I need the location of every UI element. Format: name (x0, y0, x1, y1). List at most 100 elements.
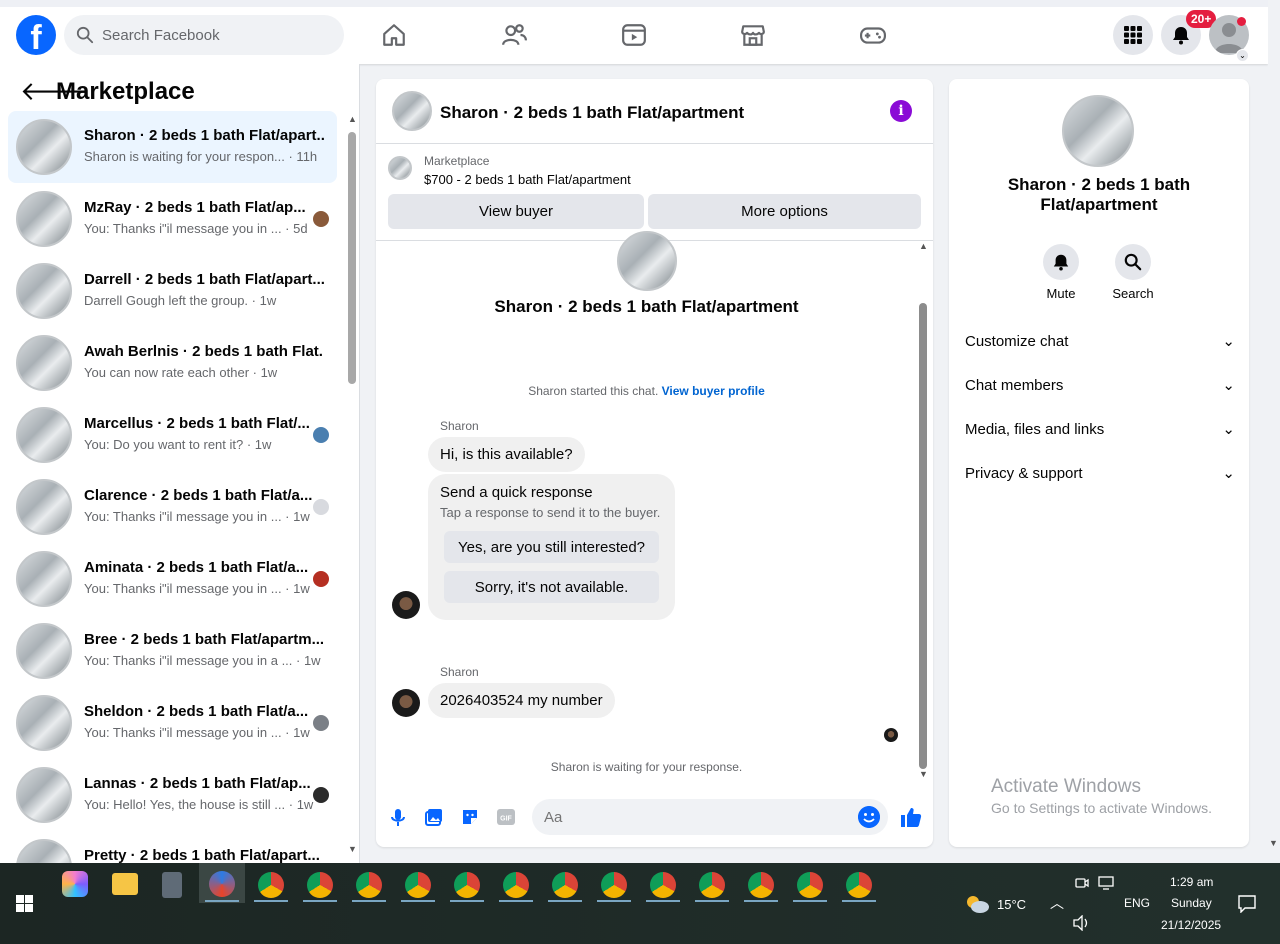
conversation-item[interactable]: Clarence · 2 beds 1 bath Flat/a... You: T… (8, 471, 337, 543)
account-chevron-down-icon[interactable]: ⌄ (1236, 49, 1249, 62)
chrome-profile-icon[interactable] (405, 872, 431, 898)
running-indicator (548, 900, 582, 902)
message-sender-name: Sharon (440, 665, 479, 679)
search-box[interactable] (64, 15, 344, 55)
listing-thumbnail[interactable] (392, 91, 432, 131)
conversation-item[interactable]: Aminata · 2 beds 1 bath Flat/a... You: Th… (8, 543, 337, 615)
quick-response-yes-button[interactable]: Yes, are you still interested? (444, 531, 659, 563)
show-hidden-icons-chevron-icon[interactable]: ︿ (1050, 893, 1064, 913)
message-input[interactable] (544, 808, 844, 826)
microphone-icon[interactable] (388, 807, 408, 827)
chrome-profile-icon[interactable] (601, 872, 627, 898)
clock-day[interactable]: Sunday (1171, 896, 1212, 910)
info-icon[interactable]: i (890, 100, 912, 122)
chrome-profile-icon[interactable] (356, 872, 382, 898)
more-options-button[interactable]: More options (648, 194, 921, 229)
clock-time[interactable]: 1:29 am (1170, 875, 1213, 889)
inbox-scrollbar[interactable]: ▲ ▼ (347, 114, 357, 854)
gaming-icon[interactable] (859, 19, 887, 51)
media-files-links-row[interactable]: Media, files and links ⌄ (965, 420, 1235, 439)
network-icon[interactable] (1097, 876, 1115, 890)
notification-center-icon[interactable] (1238, 895, 1256, 913)
file-explorer-icon[interactable] (112, 873, 138, 895)
conversation-item[interactable]: Sheldon · 2 beds 1 bath Flat/a... You: Th… (8, 687, 337, 759)
chrome-profile-icon[interactable] (454, 872, 480, 898)
home-icon[interactable] (380, 19, 408, 51)
chat-scrollbar[interactable]: ▲ ▼ (917, 241, 929, 781)
chat-scroll-up-arrow-icon[interactable]: ▲ (919, 241, 928, 251)
message-bubble[interactable]: Hi, is this available? (428, 437, 585, 472)
pinned-app-icon[interactable] (209, 871, 235, 897)
chrome-profile-icon[interactable] (552, 872, 578, 898)
input-language[interactable]: ENG (1124, 896, 1150, 910)
gif-icon[interactable]: GIF (496, 807, 516, 827)
listing-price-title[interactable]: $700 - 2 beds 1 bath Flat/apartment (424, 172, 631, 187)
chrome-profile-icon[interactable] (258, 872, 284, 898)
chrome-profile-icon[interactable] (503, 872, 529, 898)
activate-windows-watermark: Activate Windows Go to Settings to activ… (991, 776, 1212, 816)
chrome-profile-icon[interactable] (650, 872, 676, 898)
message-bubble[interactable]: 2026403524 my number (428, 683, 615, 718)
meet-now-icon[interactable] (1075, 876, 1089, 890)
conversation-preview: You: Hello! Yes, the house is still ... … (84, 797, 314, 812)
window-scrollbar[interactable]: ▼ (1268, 0, 1280, 863)
conversation-item[interactable]: Darrell · 2 beds 1 bath Flat/apart... Dar… (8, 255, 337, 327)
search-action[interactable]: Search (1103, 244, 1163, 301)
chrome-profile-icon[interactable] (307, 872, 333, 898)
chat-members-row[interactable]: Chat members ⌄ (965, 376, 1235, 395)
chrome-profile-icon[interactable] (699, 872, 725, 898)
window-scroll-down-arrow-icon[interactable]: ▼ (1269, 838, 1278, 848)
mute-action[interactable]: Mute (1031, 244, 1091, 301)
view-buyer-profile-link[interactable]: View buyer profile (662, 384, 765, 398)
running-indicator (303, 900, 337, 902)
volume-icon[interactable] (1073, 915, 1091, 931)
weather-icon[interactable] (964, 893, 990, 915)
quick-response-card: Send a quick response Tap a response to … (428, 474, 675, 620)
conversation-item[interactable]: Lannas · 2 beds 1 bath Flat/ap... You: He… (8, 759, 337, 831)
clock-date[interactable]: 21/12/2025 (1161, 918, 1221, 932)
chrome-profile-icon[interactable] (748, 872, 774, 898)
chat-listing-image (617, 231, 677, 291)
chat-scroll-down-arrow-icon[interactable]: ▼ (919, 769, 928, 781)
emoji-icon[interactable] (858, 806, 880, 828)
scroll-up-arrow-icon[interactable]: ▲ (348, 114, 357, 124)
conversation-item[interactable]: Marcellus · 2 beds 1 bath Flat/... You: D… (8, 399, 337, 471)
sender-avatar[interactable] (392, 591, 420, 619)
marketplace-icon[interactable] (739, 19, 767, 51)
calculator-icon[interactable] (162, 872, 182, 898)
friends-icon[interactable] (500, 19, 528, 51)
chat-scrollbar-thumb[interactable] (919, 303, 927, 769)
facebook-logo[interactable]: f (16, 15, 56, 55)
conversation-item[interactable]: Awah Berlnis · 2 beds 1 bath Flat... You … (8, 327, 337, 399)
listing-thumbnail (16, 479, 72, 535)
chat-title[interactable]: Sharon · 2 beds 1 bath Flat/apartment (440, 103, 744, 123)
inbox-scrollbar-thumb[interactable] (348, 132, 356, 384)
scroll-down-arrow-icon[interactable]: ▼ (348, 844, 357, 854)
details-listing-image[interactable] (1062, 95, 1134, 167)
search-input[interactable] (102, 26, 322, 44)
privacy-support-row[interactable]: Privacy & support ⌄ (965, 464, 1235, 483)
chrome-profile-icon[interactable] (846, 872, 872, 898)
menu-grid-button[interactable] (1113, 15, 1153, 55)
copilot-icon[interactable] (62, 871, 88, 897)
photo-icon[interactable] (424, 807, 444, 827)
watch-icon[interactable] (620, 19, 648, 51)
running-indicator (646, 900, 680, 902)
view-buyer-button[interactable]: View buyer (388, 194, 644, 229)
conversation-item[interactable]: MzRay · 2 beds 1 bath Flat/ap... You: Tha… (8, 183, 337, 255)
message-input-box[interactable] (532, 799, 888, 835)
conversation-item[interactable]: Bree · 2 beds 1 bath Flat/apartm... You: … (8, 615, 337, 687)
customize-chat-row[interactable]: Customize chat ⌄ (965, 332, 1235, 351)
quick-response-sorry-button[interactable]: Sorry, it's not available. (444, 571, 659, 603)
windows-start-icon[interactable] (16, 895, 33, 912)
temperature[interactable]: 15°C (997, 897, 1026, 912)
row-label: Customize chat (965, 332, 1069, 350)
conversation-item[interactable]: Pretty · 2 beds 1 bath Flat/apart... (8, 831, 337, 863)
back-arrow-icon[interactable]: 🡐 (20, 76, 90, 107)
listing-thumbnail (16, 119, 72, 175)
sticker-icon[interactable] (460, 807, 480, 827)
like-icon[interactable] (899, 805, 923, 829)
chrome-profile-icon[interactable] (797, 872, 823, 898)
conversation-item[interactable]: Sharon · 2 beds 1 bath Flat/apart... Shar… (8, 111, 337, 183)
sender-avatar[interactable] (392, 689, 420, 717)
